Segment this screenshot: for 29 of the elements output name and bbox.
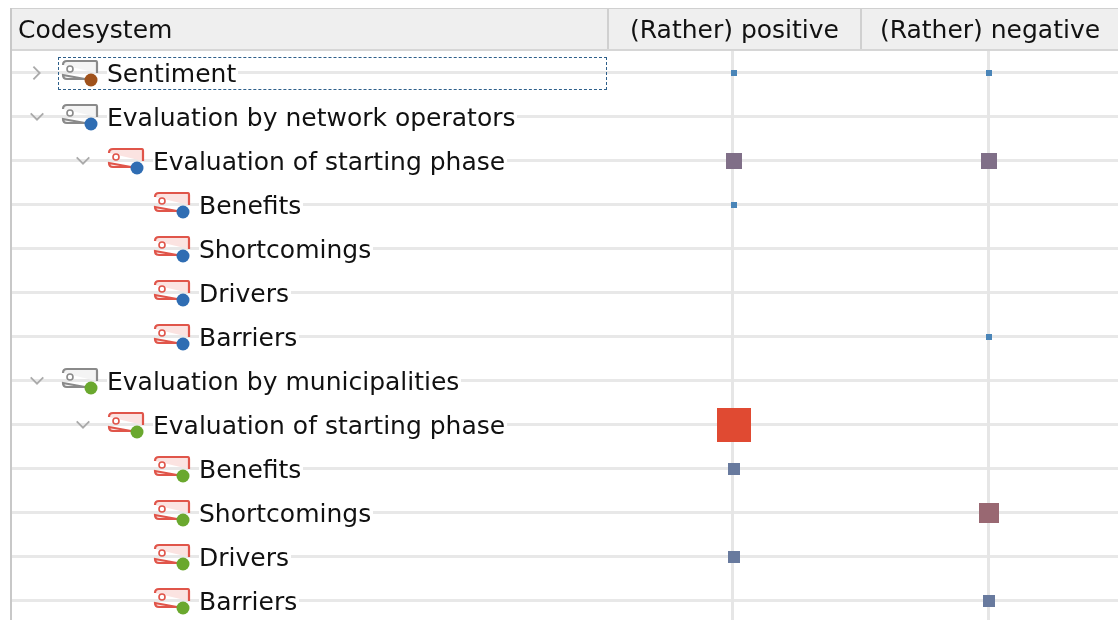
tag-icon: [153, 543, 191, 565]
tree-item[interactable]: Barriers: [150, 584, 307, 618]
tag-icon: [61, 103, 99, 125]
tree-item[interactable]: Benefits: [150, 188, 311, 222]
tree-item[interactable]: Drivers: [150, 540, 298, 574]
tag-icon: [153, 455, 191, 477]
tag-icon: [153, 587, 191, 609]
tree-item[interactable]: Sentiment: [58, 56, 607, 90]
column-header[interactable]: (Rather) positive: [607, 9, 860, 49]
tree-item[interactable]: Barriers: [150, 320, 307, 354]
tag-icon: [153, 323, 191, 345]
tree-item[interactable]: Drivers: [150, 276, 298, 310]
tag-icon: [153, 235, 191, 257]
tag-icon: [107, 147, 145, 169]
tree-item[interactable]: Evaluation by municipalities: [58, 364, 469, 398]
tree-item[interactable]: Evaluation of starting phase: [104, 408, 515, 442]
tag-icon: [153, 499, 191, 521]
tag-icon: [107, 411, 145, 433]
tree-item[interactable]: Shortcomings: [150, 232, 381, 266]
tree-item[interactable]: Shortcomings: [150, 496, 381, 530]
tag-icon: [153, 191, 191, 213]
column-header[interactable]: (Rather) negative: [860, 9, 1118, 49]
tag-icon: [61, 367, 99, 389]
column-header[interactable]: Codesystem: [12, 9, 607, 49]
tree-item[interactable]: Evaluation of starting phase: [104, 144, 515, 178]
tag-icon: [153, 279, 191, 301]
tree-item[interactable]: Benefits: [150, 452, 311, 486]
tag-icon: [61, 59, 99, 81]
tree-item[interactable]: Evaluation by network operators: [58, 100, 525, 134]
